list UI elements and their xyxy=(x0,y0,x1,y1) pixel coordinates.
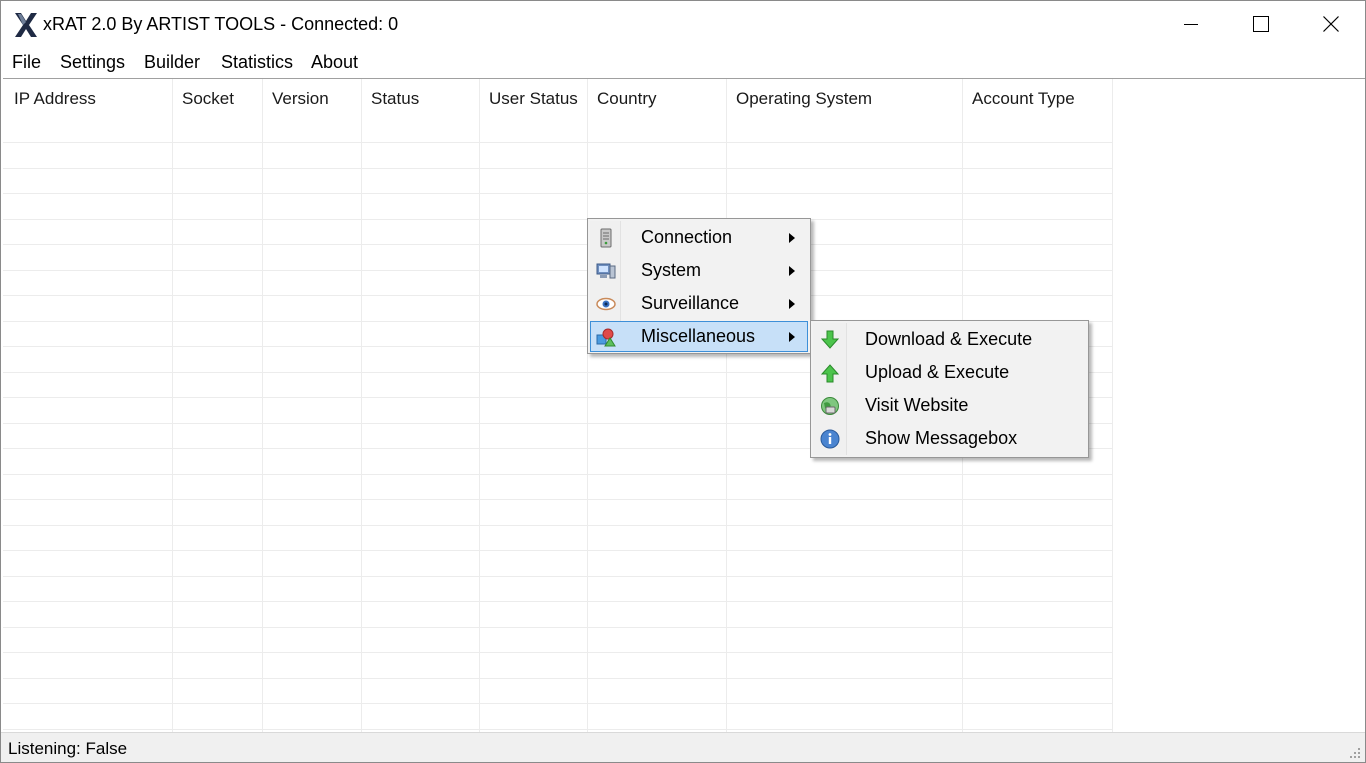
row-grid-line xyxy=(3,193,1113,194)
row-grid-line xyxy=(3,499,1113,500)
row-grid-line xyxy=(3,270,1113,271)
submenu-arrow-icon xyxy=(789,233,795,243)
context-item-label: Connection xyxy=(641,227,733,247)
menu-file[interactable]: File xyxy=(12,52,41,73)
row-grid-line xyxy=(3,652,1113,653)
close-icon xyxy=(1323,16,1339,32)
submenu-item-label: Download & Execute xyxy=(865,329,1033,349)
globe-icon xyxy=(821,397,839,415)
menu-builder[interactable]: Builder xyxy=(144,52,200,73)
server-icon xyxy=(600,228,612,248)
submenu-arrow-icon xyxy=(789,266,795,276)
status-bar: Listening: False xyxy=(1,732,1365,762)
column-header-user-status[interactable]: User Status xyxy=(480,79,587,117)
submenu-arrow-icon xyxy=(789,299,795,309)
context-item-system[interactable]: System xyxy=(590,255,808,286)
minimize-icon xyxy=(1184,24,1198,25)
row-grid-line xyxy=(3,244,1113,245)
context-item-connection[interactable]: Connection xyxy=(590,222,808,253)
row-grid-line xyxy=(3,142,1113,143)
submenu-item-label: Show Messagebox xyxy=(865,428,1018,448)
row-grid-line xyxy=(3,576,1113,577)
column-header-account-type[interactable]: Account Type xyxy=(963,79,1112,117)
row-grid-line xyxy=(3,729,1113,730)
column-divider[interactable] xyxy=(1112,79,1113,732)
column-header-ip-address[interactable]: IP Address xyxy=(5,79,172,117)
menu-statistics[interactable]: Statistics xyxy=(221,52,293,73)
row-grid-line xyxy=(3,474,1113,475)
row-grid-line xyxy=(3,601,1113,602)
title-bar[interactable]: xRAT 2.0 By ARTIST TOOLS - Connected: 0 xyxy=(1,1,1365,47)
context-item-label: Miscellaneous xyxy=(641,326,756,346)
menu-settings[interactable]: Settings xyxy=(60,52,125,73)
context-item-miscellaneous[interactable]: Miscellaneous xyxy=(590,321,808,352)
client-list[interactable]: IP Address Socket Version Status User St… xyxy=(3,78,1365,732)
row-grid-line xyxy=(3,525,1113,526)
row-grid-line xyxy=(3,168,1113,169)
minimize-button[interactable] xyxy=(1156,1,1226,47)
column-header-country[interactable]: Country xyxy=(588,79,726,117)
submenu-item-visit-website[interactable]: Visit Website xyxy=(813,390,1086,421)
upload-arrow-icon xyxy=(820,364,840,383)
menu-bar: File Settings Builder Statistics About xyxy=(1,47,1365,77)
context-item-label: System xyxy=(641,260,702,280)
row-grid-line xyxy=(3,678,1113,679)
close-button[interactable] xyxy=(1296,1,1365,47)
column-divider[interactable] xyxy=(479,79,480,732)
row-grid-line xyxy=(3,627,1113,628)
listening-status: Listening: False xyxy=(8,739,128,758)
submenu-item-show-messagebox[interactable]: Show Messagebox xyxy=(813,423,1086,454)
window-title: xRAT 2.0 By ARTIST TOOLS - Connected: 0 xyxy=(43,14,399,34)
column-divider[interactable] xyxy=(262,79,263,732)
eye-icon xyxy=(596,297,616,311)
info-icon xyxy=(820,429,840,449)
x-logo-icon xyxy=(15,13,37,37)
maximize-button[interactable] xyxy=(1226,1,1296,47)
submenu-item-upload-execute[interactable]: Upload & Execute xyxy=(813,357,1086,388)
row-grid-line xyxy=(3,703,1113,704)
main-window: xRAT 2.0 By ARTIST TOOLS - Connected: 0 … xyxy=(0,0,1366,763)
column-header-operating-system[interactable]: Operating System xyxy=(727,79,962,117)
row-grid-line xyxy=(3,550,1113,551)
column-divider[interactable] xyxy=(361,79,362,732)
column-header-socket[interactable]: Socket xyxy=(173,79,262,117)
misc-shapes-icon xyxy=(596,328,616,347)
submenu-arrow-icon xyxy=(789,332,795,342)
column-divider[interactable] xyxy=(172,79,173,732)
context-item-label: Surveillance xyxy=(641,293,740,313)
column-header-status[interactable]: Status xyxy=(362,79,479,117)
row-grid-line xyxy=(3,295,1113,296)
resize-grip-icon[interactable] xyxy=(1349,747,1361,759)
column-divider[interactable] xyxy=(587,79,588,732)
submenu-item-label: Visit Website xyxy=(865,395,969,415)
column-header-version[interactable]: Version xyxy=(263,79,361,117)
row-grid-line xyxy=(3,219,1113,220)
submenu-item-label: Upload & Execute xyxy=(865,362,1010,382)
context-item-surveillance[interactable]: Surveillance xyxy=(590,288,808,319)
column-divider[interactable] xyxy=(726,79,727,732)
computer-icon xyxy=(596,263,616,279)
submenu-item-download-execute[interactable]: Download & Execute xyxy=(813,324,1086,355)
download-arrow-icon xyxy=(820,330,840,349)
context-menu: Connection System Surveillance Miscellan… xyxy=(587,218,811,354)
miscellaneous-submenu: Download & Execute Upload & Execute Visi… xyxy=(810,320,1089,458)
menu-about[interactable]: About xyxy=(311,52,358,73)
maximize-icon xyxy=(1253,16,1269,32)
